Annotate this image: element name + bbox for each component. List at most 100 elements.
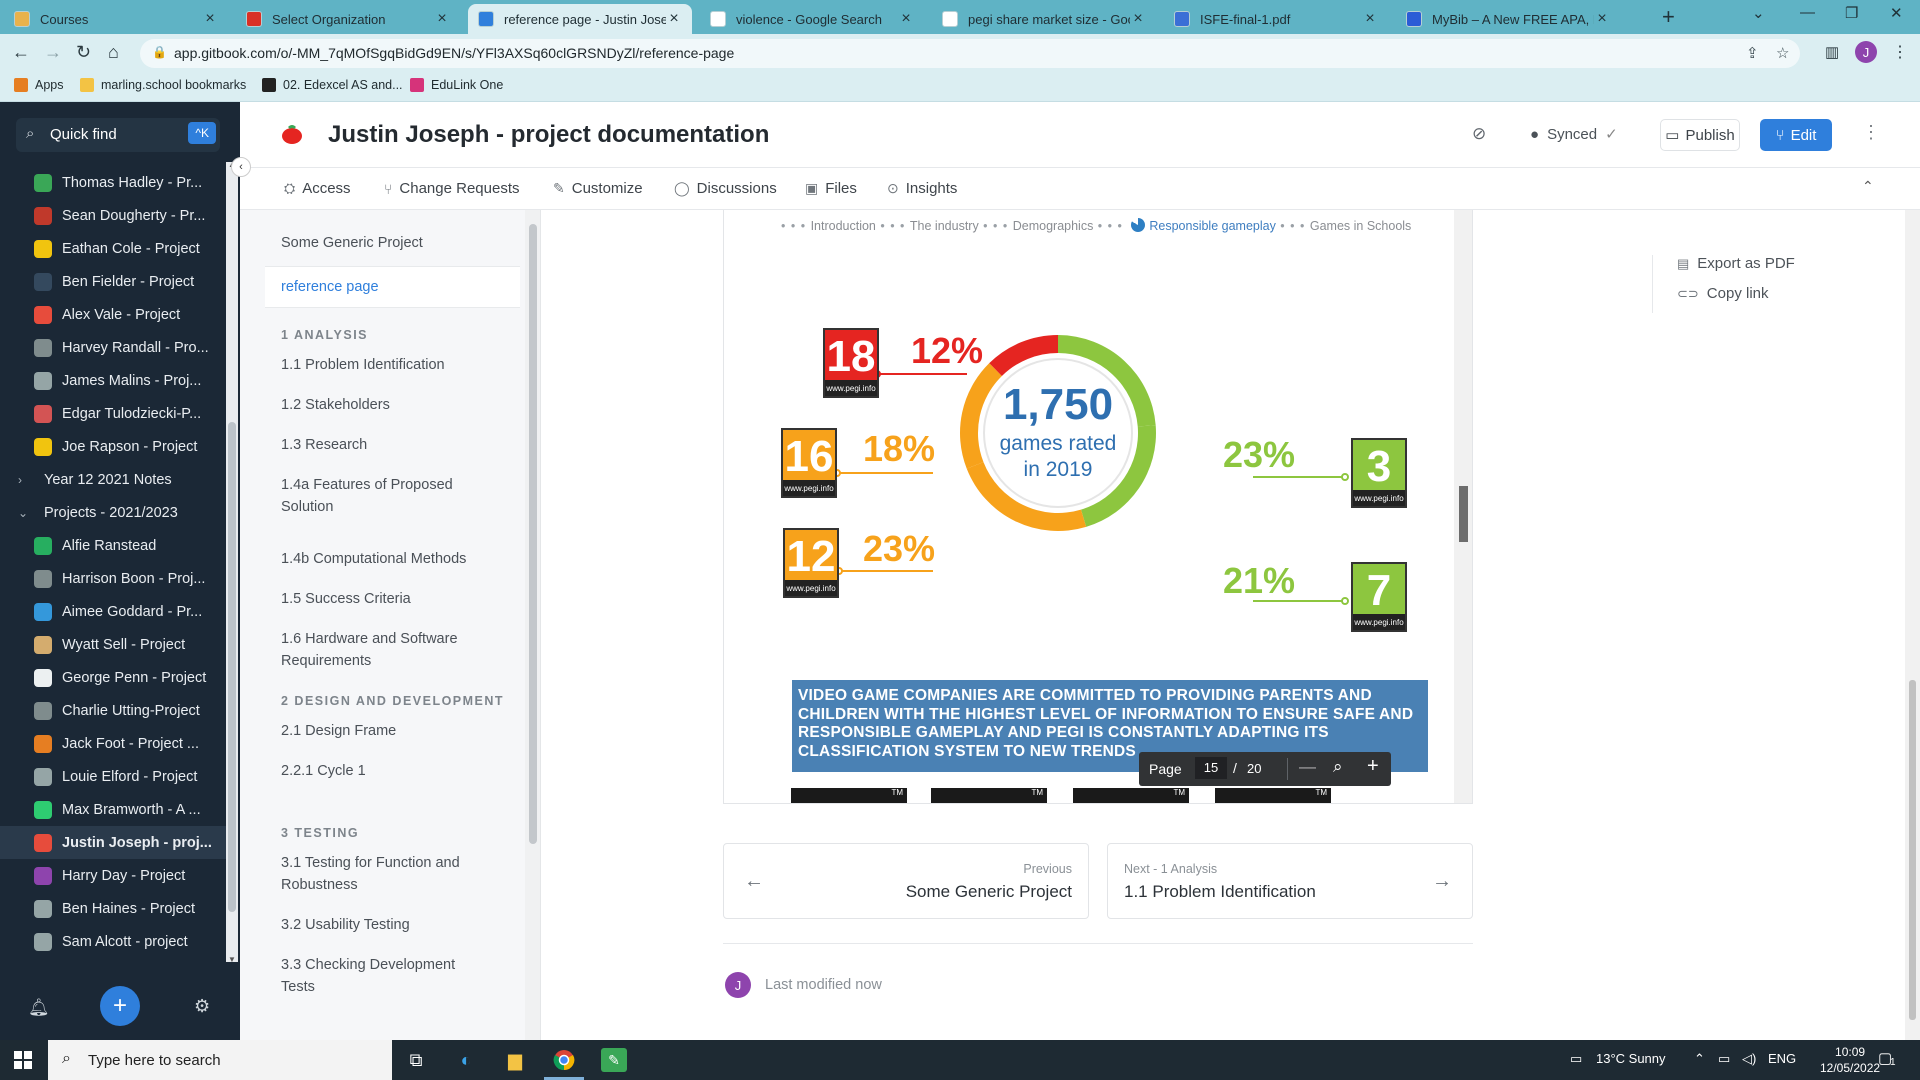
sidebar-item[interactable]: Joe Rapson - Project xyxy=(0,430,226,463)
clock[interactable]: 10:09 12/05/2022 xyxy=(1820,1044,1880,1076)
forward-icon[interactable]: → xyxy=(44,42,62,63)
nav-customize[interactable]: ✎ Customize xyxy=(553,180,643,197)
close-window-icon[interactable]: ✕ xyxy=(1890,4,1903,22)
scroll-down-icon[interactable]: ▼ xyxy=(228,955,236,964)
chevron-down-icon[interactable]: ⌄ xyxy=(18,506,34,520)
sidebar-item[interactable]: Harry Day - Project xyxy=(0,859,226,892)
reload-icon[interactable]: ↻ xyxy=(76,42,91,63)
toc-item[interactable]: 1.3 Research xyxy=(281,434,481,456)
restore-icon[interactable]: ❐ xyxy=(1845,4,1858,22)
toc-item[interactable]: 2.1 Design Frame xyxy=(281,720,481,742)
bell-icon[interactable]: 🔔︎ xyxy=(28,998,50,1018)
zoom-icon[interactable]: ⌕ xyxy=(1333,757,1343,777)
page-number-input[interactable]: 15 xyxy=(1195,757,1227,779)
home-icon[interactable]: ⌂ xyxy=(108,42,119,63)
bookmark-item[interactable]: EduLink One xyxy=(410,78,503,92)
toc-item[interactable]: 3.1 Testing for Function and Robustness xyxy=(281,852,481,896)
add-button[interactable]: + xyxy=(100,986,140,1026)
toc-scroll-thumb[interactable] xyxy=(529,224,537,844)
toc-item[interactable]: 3.2 Usability Testing xyxy=(281,914,481,936)
sidebar-item[interactable]: George Penn - Project xyxy=(0,661,226,694)
quick-find-button[interactable]: ⌕ Quick find ^K xyxy=(16,118,220,152)
sidebar-item[interactable]: Thomas Hadley - Pr... xyxy=(0,166,226,199)
bookmark-item[interactable]: 02. Edexcel AS and... xyxy=(262,78,403,92)
toc-item[interactable]: 1.5 Success Criteria xyxy=(281,588,481,610)
app-icon[interactable]: ✎ xyxy=(601,1048,627,1072)
sidebar-item[interactable]: Alfie Ranstead xyxy=(0,529,226,562)
browser-tab[interactable]: Select Organization × xyxy=(236,4,460,34)
sidebar-item[interactable]: Sean Dougherty - Pr... xyxy=(0,199,226,232)
nav-files[interactable]: ▣ Files xyxy=(805,180,857,197)
browser-tab[interactable]: ISFE-final-1.pdf × xyxy=(1164,4,1388,34)
pdf-scrollbar[interactable] xyxy=(1454,210,1472,803)
new-tab-button[interactable]: + xyxy=(1662,4,1675,30)
sidebar-item[interactable]: Aimee Goddard - Pr... xyxy=(0,595,226,628)
sidebar-group[interactable]: ⌄ Projects - 2021/2023 xyxy=(0,496,226,529)
share-icon[interactable]: ⇪ xyxy=(1746,44,1759,62)
export-pdf-link[interactable]: ▤ Export as PDF xyxy=(1677,255,1795,272)
sidebar-scrollbar[interactable]: ▲ ▼ xyxy=(226,160,238,964)
toc-item[interactable]: reference page xyxy=(265,266,520,308)
url-field[interactable]: 🔒 app.gitbook.com/o/-MM_7qMOfSgqBidGd9EN… xyxy=(140,39,1800,68)
author-avatar[interactable]: J xyxy=(725,972,751,998)
close-tab-icon[interactable]: × xyxy=(898,10,914,28)
sidebar-item[interactable]: Harrison Boon - Proj... xyxy=(0,562,226,595)
page-scroll-thumb[interactable] xyxy=(1909,680,1916,1020)
side-panel-icon[interactable]: ▥ xyxy=(1825,43,1839,61)
language-indicator[interactable]: ENG xyxy=(1768,1051,1796,1066)
pdf-embed[interactable]: • • • Introduction • • • The industry • … xyxy=(723,210,1473,804)
next-page-link[interactable]: Next - 1 Analysis 1.1 Problem Identifica… xyxy=(1107,843,1473,919)
back-icon[interactable]: ← xyxy=(12,42,30,63)
sidebar-item[interactable]: Harvey Randall - Pro... xyxy=(0,331,226,364)
toc-item[interactable]: Some Generic Project xyxy=(281,232,481,254)
chrome-icon[interactable] xyxy=(551,1048,577,1072)
sync-status[interactable]: ● Synced ✓ xyxy=(1530,125,1618,144)
bookmark-item[interactable]: marling.school bookmarks xyxy=(80,78,246,92)
nav-change-requests[interactable]: ⑂ Change Requests xyxy=(384,180,520,197)
toc-item[interactable]: 2.2.1 Cycle 1 xyxy=(281,760,481,782)
edit-button[interactable]: ⑂ Edit xyxy=(1760,119,1832,151)
windows-start-icon[interactable] xyxy=(14,1051,32,1069)
nav-access[interactable]: ⛭ Access xyxy=(284,180,351,197)
sidebar-item[interactable]: Louie Elford - Project xyxy=(0,760,226,793)
sidebar-item[interactable]: Jack Foot - Project ... xyxy=(0,727,226,760)
nav-insights[interactable]: ⊙ Insights xyxy=(887,180,957,197)
toc-item[interactable]: 1.4a Features of Proposed Solution xyxy=(281,474,481,518)
close-tab-icon[interactable]: × xyxy=(666,10,682,28)
sidebar-item[interactable]: Max Bramworth - A ... xyxy=(0,793,226,826)
previous-page-link[interactable]: ← Previous Some Generic Project xyxy=(723,843,1089,919)
nav-discussions[interactable]: ◯ Discussions xyxy=(674,180,777,197)
weather-text[interactable]: 13°C Sunny xyxy=(1596,1051,1666,1066)
toc-scrollbar[interactable] xyxy=(525,210,541,1040)
minimize-icon[interactable]: — xyxy=(1800,4,1815,21)
pdf-scroll-thumb[interactable] xyxy=(1459,486,1468,542)
gear-icon[interactable]: ⚙ xyxy=(194,996,210,1017)
more-options-icon[interactable]: ⋮ xyxy=(1862,122,1880,143)
browser-tab[interactable]: Courses × xyxy=(4,4,228,34)
zoom-in-icon[interactable]: + xyxy=(1367,755,1379,778)
toc-item[interactable]: 1.6 Hardware and Software Requirements xyxy=(281,628,481,672)
sidebar-item[interactable]: Eathan Cole - Project xyxy=(0,232,226,265)
copy-link[interactable]: ⊂⊃ Copy link xyxy=(1677,285,1769,302)
sidebar-item[interactable]: Sam Alcott - project xyxy=(0,925,226,958)
browser-tab[interactable]: reference page - Justin Joseph -× xyxy=(468,4,692,34)
toc-item[interactable]: 1.2 Stakeholders xyxy=(281,394,481,416)
toc-item[interactable]: 3.3 Checking Development Tests xyxy=(281,954,481,998)
close-tab-icon[interactable]: × xyxy=(1594,10,1610,28)
weather-icon[interactable]: ▭ xyxy=(1570,1051,1582,1067)
collapse-header-icon[interactable]: ⌃ xyxy=(1862,178,1874,195)
sidebar-item[interactable]: Charlie Utting-Project xyxy=(0,694,226,727)
close-tab-icon[interactable]: × xyxy=(1130,10,1146,28)
volume-icon[interactable]: ◁) xyxy=(1742,1051,1756,1067)
network-icon[interactable]: ▭ xyxy=(1718,1051,1730,1067)
publish-button[interactable]: ▭ Publish xyxy=(1660,119,1740,151)
file-explorer-icon[interactable]: ▆ xyxy=(502,1048,528,1072)
toc-item[interactable]: 1.4b Computational Methods xyxy=(281,548,481,570)
edge-icon[interactable]: ◐ xyxy=(453,1048,479,1072)
page-scrollbar[interactable] xyxy=(1905,210,1920,1040)
sidebar-item[interactable]: Justin Joseph - proj... xyxy=(0,826,226,859)
sidebar-item[interactable]: Ben Fielder - Project xyxy=(0,265,226,298)
sidebar-item[interactable]: Alex Vale - Project xyxy=(0,298,226,331)
close-tab-icon[interactable]: × xyxy=(1362,10,1378,28)
bookmark-star-icon[interactable]: ☆ xyxy=(1776,44,1789,62)
